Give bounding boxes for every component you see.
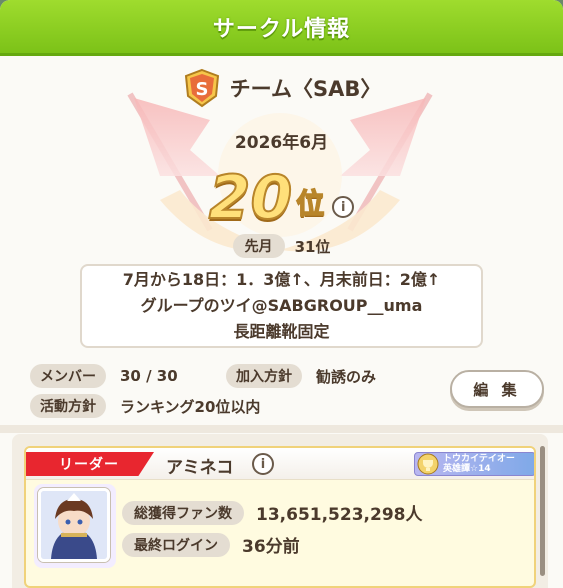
members-label: メンバー (30, 364, 106, 388)
fans-row: 総獲得ファン数 13,651,523,298人 (122, 500, 423, 525)
message-line: 7月から18日：1．3億↑、月末前日：2億↑ (122, 270, 441, 289)
join-policy-row: 加入方針 勧誘のみ (226, 364, 376, 388)
ranking-month: 2026年6月 (234, 133, 329, 153)
rank-display: 20 位 i (0, 158, 563, 233)
trophy-icon (417, 453, 439, 475)
member-list-scrollbar[interactable] (540, 446, 545, 576)
last-month-rank: 先月 31位 (0, 234, 563, 258)
leader-title-badge: トウカイテイオー 英雄譚☆14 (414, 452, 534, 476)
avatar[interactable] (38, 488, 110, 562)
fans-label: 総獲得ファン数 (122, 500, 244, 525)
last-month-value: 31位 (294, 237, 331, 256)
last-login-label: 最終ログイン (122, 532, 230, 557)
message-line: グループのツイ@SABGROUP__uma (140, 296, 423, 315)
character-portrait-icon (41, 491, 107, 559)
team-name: チーム〈SAB〉 (229, 77, 382, 101)
fans-value: 13,651,523,298人 (256, 505, 423, 525)
circle-message: 7月から18日：1．3億↑、月末前日：2億↑ グループのツイ@SABGROUP_… (80, 264, 483, 348)
edit-button[interactable]: 編 集 (450, 370, 544, 408)
leader-card[interactable]: リーダー アミネコ i トウカイテイオー 英雄譚☆14 総獲得ファン数 13,6… (24, 446, 536, 588)
title-badge-line2: 英雄譚☆14 (443, 464, 491, 474)
svg-text:S: S (195, 79, 208, 100)
rank-suffix: 位 (295, 186, 325, 221)
activity-policy-label: 活動方針 (30, 394, 106, 418)
leader-info-icon[interactable]: i (252, 453, 274, 475)
activity-policy-value: ランキング20位以内 (120, 397, 261, 416)
circle-rank-s-icon: S (182, 68, 222, 108)
rank-info-icon[interactable]: i (332, 196, 355, 218)
members-row: メンバー 30 / 30 (30, 364, 178, 388)
message-line: 長距離靴固定 (233, 322, 330, 341)
title-badge-line1: トウカイテイオー (443, 454, 515, 464)
dialog-title: サークル情報 (212, 16, 351, 42)
last-login-row: 最終ログイン 36分前 (122, 532, 300, 557)
members-value: 30 / 30 (120, 367, 178, 385)
join-policy-value: 勧誘のみ (316, 367, 377, 386)
rank-number: 20 (208, 163, 293, 233)
activity-policy-row: 活動方針 ランキング20位以内 (30, 394, 260, 418)
team-header: S チーム〈SAB〉 (0, 66, 563, 110)
leader-tag: リーダー (26, 452, 154, 476)
circle-info-dialog: サークル情報 S チーム〈SAB〉 2026年6月 20 位 i 先月 31位 … (0, 0, 563, 588)
leader-name: アミネコ (166, 458, 234, 478)
last-month-label: 先月 (232, 234, 285, 258)
last-login-value: 36分前 (242, 537, 300, 557)
title-bar: サークル情報 (0, 0, 563, 56)
join-policy-label: 加入方針 (226, 364, 302, 388)
section-divider (0, 425, 563, 433)
